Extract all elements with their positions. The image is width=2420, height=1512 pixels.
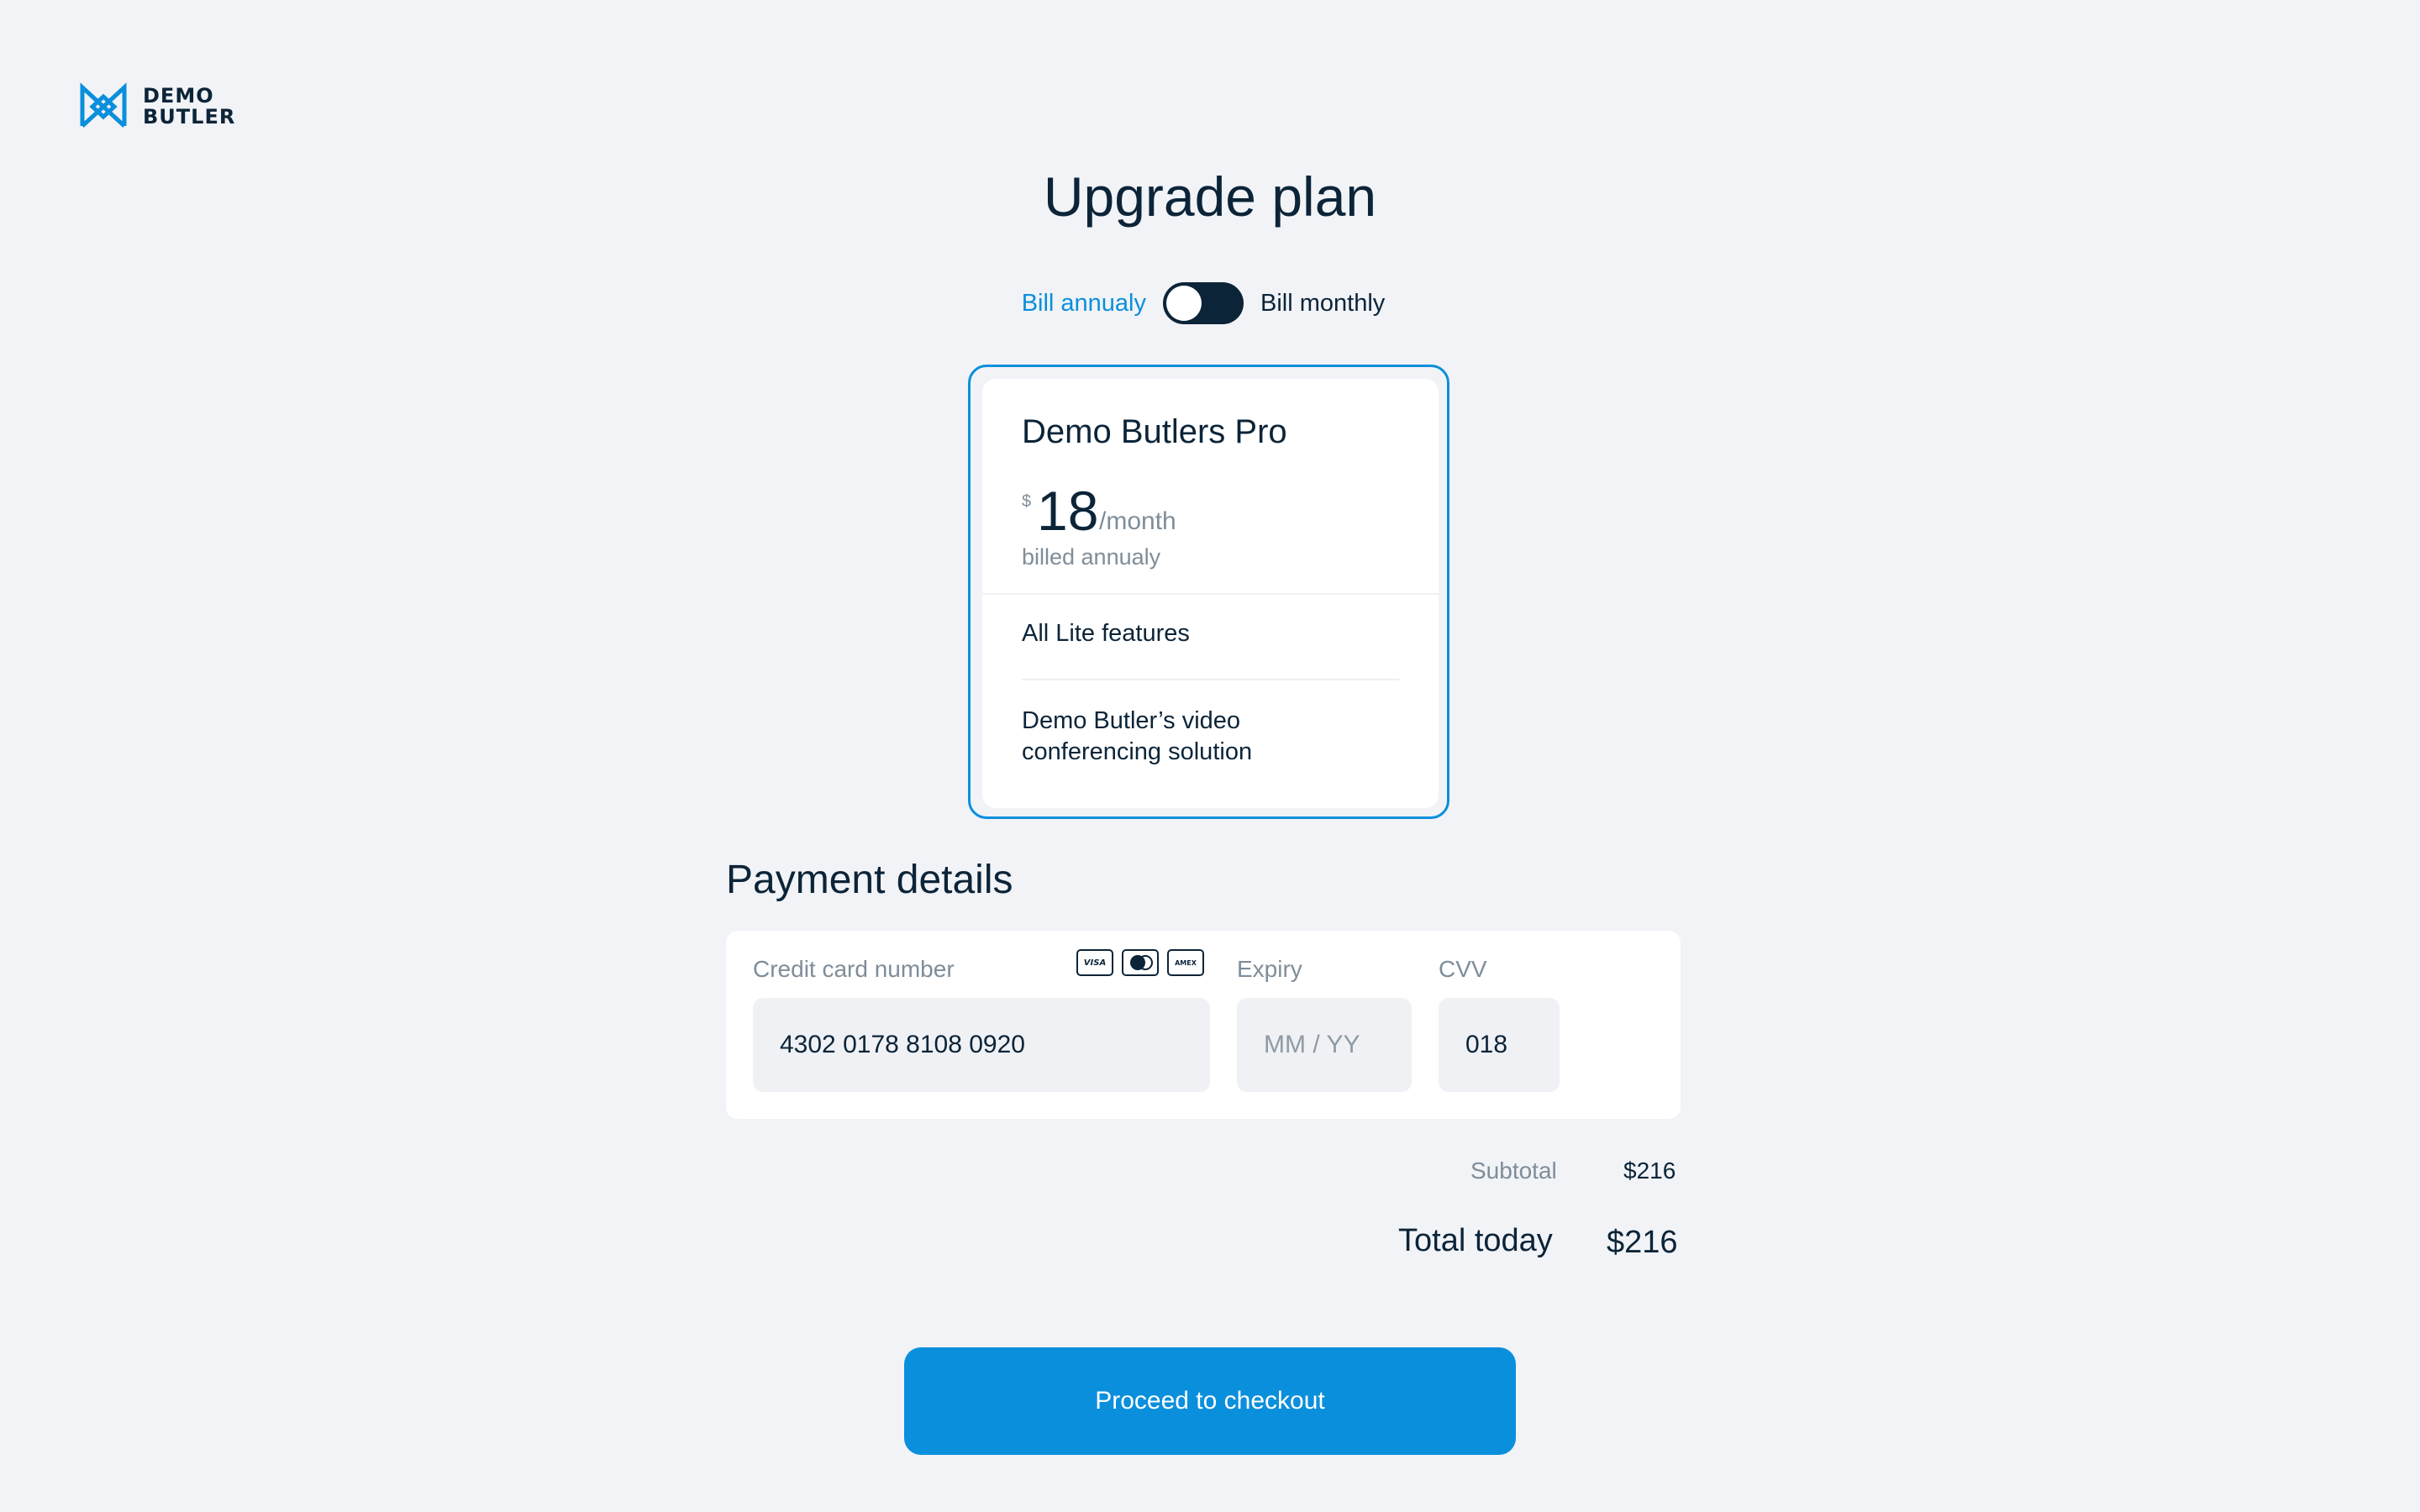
expiry-input[interactable] xyxy=(1237,998,1412,1092)
bill-annually-label[interactable]: Bill annualy xyxy=(1022,290,1146,318)
subtotal-label: Subtotal xyxy=(1470,1158,1557,1184)
billing-note: billed annualy xyxy=(1022,544,1161,570)
subtotal-value: $216 xyxy=(1623,1158,1676,1184)
plan-divider xyxy=(982,593,1439,595)
billing-toggle-row: Bill annualy Bill monthly xyxy=(0,282,2420,324)
plan-name: Demo Butlers Pro xyxy=(1022,413,1287,450)
price-currency: $ xyxy=(1022,492,1032,511)
payment-details-title: Payment details xyxy=(726,858,1013,902)
cvv-label: CVV xyxy=(1439,956,1487,982)
cvv-input[interactable] xyxy=(1439,998,1560,1092)
price-amount: 18 xyxy=(1037,480,1099,542)
proceed-to-checkout-button[interactable]: Proceed to checkout xyxy=(904,1347,1516,1455)
plan-feature-item: All Lite features xyxy=(1022,620,1190,647)
demo-butler-logo-icon xyxy=(80,82,127,128)
accepted-cards: VISA AMEX xyxy=(1076,949,1204,976)
brand-line-1: DEMO xyxy=(143,84,214,108)
price-period: /month xyxy=(1099,507,1176,535)
feature-divider xyxy=(1022,679,1400,680)
mastercard-icon xyxy=(1122,949,1159,976)
brand-line-2: BUTLER xyxy=(143,105,236,129)
bill-monthly-label[interactable]: Bill monthly xyxy=(1260,290,1385,318)
toggle-knob xyxy=(1166,286,1202,321)
brand-logo[interactable]: DEMO BUTLER xyxy=(79,82,235,131)
card-number-label: Credit card number xyxy=(753,956,955,982)
visa-card-icon: VISA xyxy=(1076,949,1113,976)
brand-wordmark: DEMO BUTLER xyxy=(143,86,235,128)
plan-feature-item: Demo Butler’s video conferencing solutio… xyxy=(1022,707,1253,765)
page-title: Upgrade plan xyxy=(1043,165,1377,228)
amex-card-icon: AMEX xyxy=(1167,949,1204,976)
card-number-input[interactable] xyxy=(753,998,1210,1092)
expiry-label: Expiry xyxy=(1237,956,1302,982)
billing-toggle-switch[interactable] xyxy=(1163,282,1244,324)
total-today-value: $216 xyxy=(1607,1225,1678,1260)
total-today-label: Total today xyxy=(1398,1223,1553,1258)
